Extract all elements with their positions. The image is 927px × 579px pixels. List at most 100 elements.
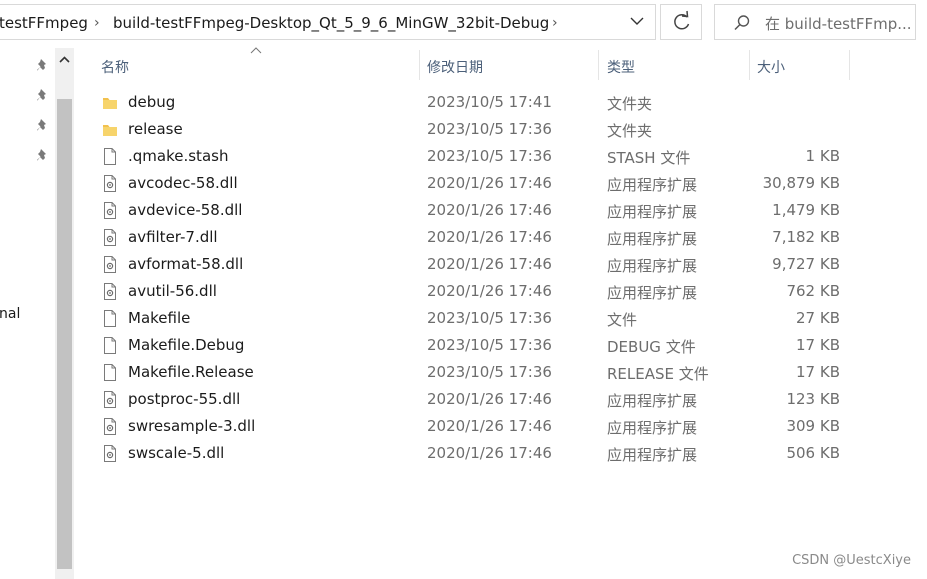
file-type: RELEASE 文件 xyxy=(607,365,709,383)
file-row[interactable]: postproc-55.dll 2020/1/26 17:46 应用程序扩展 123 … xyxy=(90,386,870,413)
file-date-modified: 2020/1/26 17:46 xyxy=(427,417,552,435)
file-name: Makefile.Release xyxy=(128,363,254,381)
file-size: 9,727 KB xyxy=(772,255,840,273)
column-header-size[interactable]: 大小 xyxy=(757,57,785,77)
file-date-modified: 2020/1/26 17:46 xyxy=(427,390,552,408)
search-placeholder: 在 build-testFFmp... xyxy=(765,15,912,33)
breadcrumb-current[interactable]: build-testFFmpeg-Desktop_Qt_5_9_6_MinGW_… xyxy=(113,14,549,32)
file-row[interactable]: release 2023/10/5 17:36 文件夹 xyxy=(90,116,870,143)
file-date-modified: 2023/10/5 17:36 xyxy=(427,309,552,327)
file-type: 应用程序扩展 xyxy=(607,257,698,275)
file-name: swscale-5.dll xyxy=(128,444,225,462)
file-row[interactable]: debug 2023/10/5 17:41 文件夹 xyxy=(90,89,870,116)
breadcrumb-parent[interactable]: testFFmpeg xyxy=(0,14,88,32)
watermark: CSDN @UestcXiye xyxy=(792,553,911,568)
file-name: release xyxy=(128,120,183,138)
pin-icon[interactable] xyxy=(36,118,50,132)
breadcrumb-separator[interactable]: › xyxy=(552,15,558,31)
file-type: 文件夹 xyxy=(607,122,653,140)
file-row[interactable]: Makefile.Debug 2023/10/5 17:36 DEBUG 文件 17 … xyxy=(90,332,870,359)
search-icon xyxy=(734,15,750,31)
file-date-modified: 2020/1/26 17:46 xyxy=(427,282,552,300)
column-header-name[interactable]: 名称 xyxy=(101,57,129,77)
dll-icon xyxy=(102,174,118,193)
search-box[interactable]: 在 build-testFFmp... xyxy=(714,4,916,40)
file-name: Makefile.Debug xyxy=(128,336,245,354)
file-size: 506 KB xyxy=(786,444,840,462)
file-date-modified: 2023/10/5 17:36 xyxy=(427,336,552,354)
file-type: 应用程序扩展 xyxy=(607,392,698,410)
file-type: 应用程序扩展 xyxy=(607,230,698,248)
pin-icon[interactable] xyxy=(36,58,50,72)
dll-icon xyxy=(102,282,118,301)
file-row[interactable]: avutil-56.dll 2020/1/26 17:46 应用程序扩展 762 KB xyxy=(90,278,870,305)
nav-item-label[interactable]: nal xyxy=(0,306,20,322)
file-size: 1,479 KB xyxy=(772,201,840,219)
dll-icon xyxy=(102,228,118,247)
sort-ascending-icon xyxy=(250,47,262,54)
file-row[interactable]: swscale-5.dll 2020/1/26 17:46 应用程序扩展 506 KB xyxy=(90,440,870,467)
file-type: DEBUG 文件 xyxy=(607,338,696,356)
column-divider[interactable] xyxy=(849,50,850,80)
file-size: 123 KB xyxy=(786,390,840,408)
file-row[interactable]: Makefile 2023/10/5 17:36 文件 27 KB xyxy=(90,305,870,332)
file-size: 309 KB xyxy=(786,417,840,435)
file-date-modified: 2020/1/26 17:46 xyxy=(427,444,552,462)
refresh-button[interactable] xyxy=(660,4,702,40)
file-icon xyxy=(102,336,118,355)
refresh-icon xyxy=(674,10,690,30)
file-size: 27 KB xyxy=(796,309,840,327)
pin-icon[interactable] xyxy=(36,148,50,162)
address-bar[interactable]: testFFmpeg › build-testFFmpeg-Desktop_Qt… xyxy=(0,4,656,40)
file-row[interactable]: .qmake.stash 2023/10/5 17:36 STASH 文件 1 KB xyxy=(90,143,870,170)
file-name: avdevice-58.dll xyxy=(128,201,243,219)
file-date-modified: 2020/1/26 17:46 xyxy=(427,255,552,273)
file-date-modified: 2023/10/5 17:36 xyxy=(427,120,552,138)
file-size: 1 KB xyxy=(805,147,840,165)
file-icon xyxy=(102,309,118,328)
file-row[interactable]: swresample-3.dll 2020/1/26 17:46 应用程序扩展 309… xyxy=(90,413,870,440)
file-date-modified: 2023/10/5 17:36 xyxy=(427,363,552,381)
file-type: 文件夹 xyxy=(607,95,653,113)
dll-icon xyxy=(102,390,118,409)
file-row[interactable]: avfilter-7.dll 2020/1/26 17:46 应用程序扩展 7,182… xyxy=(90,224,870,251)
file-type: 应用程序扩展 xyxy=(607,203,698,221)
file-date-modified: 2020/1/26 17:46 xyxy=(427,228,552,246)
pin-icon[interactable] xyxy=(36,88,50,102)
file-row[interactable]: avcodec-58.dll 2020/1/26 17:46 应用程序扩展 30,87… xyxy=(90,170,870,197)
file-size: 762 KB xyxy=(786,282,840,300)
column-divider[interactable] xyxy=(419,50,420,80)
dll-icon xyxy=(102,417,118,436)
breadcrumb-separator[interactable]: › xyxy=(94,15,100,31)
column-header-type[interactable]: 类型 xyxy=(607,57,635,77)
file-type: 文件 xyxy=(607,311,638,329)
dll-icon xyxy=(102,444,118,463)
dll-icon xyxy=(102,201,118,220)
chevron-down-icon[interactable] xyxy=(629,11,645,31)
file-size: 17 KB xyxy=(796,363,840,381)
file-row[interactable]: avdevice-58.dll 2020/1/26 17:46 应用程序扩展 1,47… xyxy=(90,197,870,224)
file-size: 7,182 KB xyxy=(772,228,840,246)
nav-scrollbar-thumb[interactable] xyxy=(57,99,72,569)
file-row[interactable]: Makefile.Release 2023/10/5 17:36 RELEASE 文… xyxy=(90,359,870,386)
file-name: avcodec-58.dll xyxy=(128,174,238,192)
column-divider[interactable] xyxy=(598,50,599,80)
file-date-modified: 2020/1/26 17:46 xyxy=(427,174,552,192)
file-type: 应用程序扩展 xyxy=(607,419,698,437)
file-name: avutil-56.dll xyxy=(128,282,217,300)
file-icon xyxy=(102,363,118,382)
column-header-date[interactable]: 修改日期 xyxy=(427,57,483,77)
file-type: 应用程序扩展 xyxy=(607,446,698,464)
file-date-modified: 2023/10/5 17:36 xyxy=(427,147,552,165)
file-name: swresample-3.dll xyxy=(128,417,256,435)
column-divider[interactable] xyxy=(749,50,750,80)
file-row[interactable]: avformat-58.dll 2020/1/26 17:46 应用程序扩展 9,72… xyxy=(90,251,870,278)
file-size: 30,879 KB xyxy=(762,174,840,192)
folder-icon xyxy=(102,120,118,139)
file-name: Makefile xyxy=(128,309,191,327)
file-date-modified: 2023/10/5 17:41 xyxy=(427,93,552,111)
file-name: postproc-55.dll xyxy=(128,390,241,408)
file-icon xyxy=(102,147,118,166)
scroll-up-icon[interactable] xyxy=(57,53,72,67)
file-type: STASH 文件 xyxy=(607,149,691,167)
